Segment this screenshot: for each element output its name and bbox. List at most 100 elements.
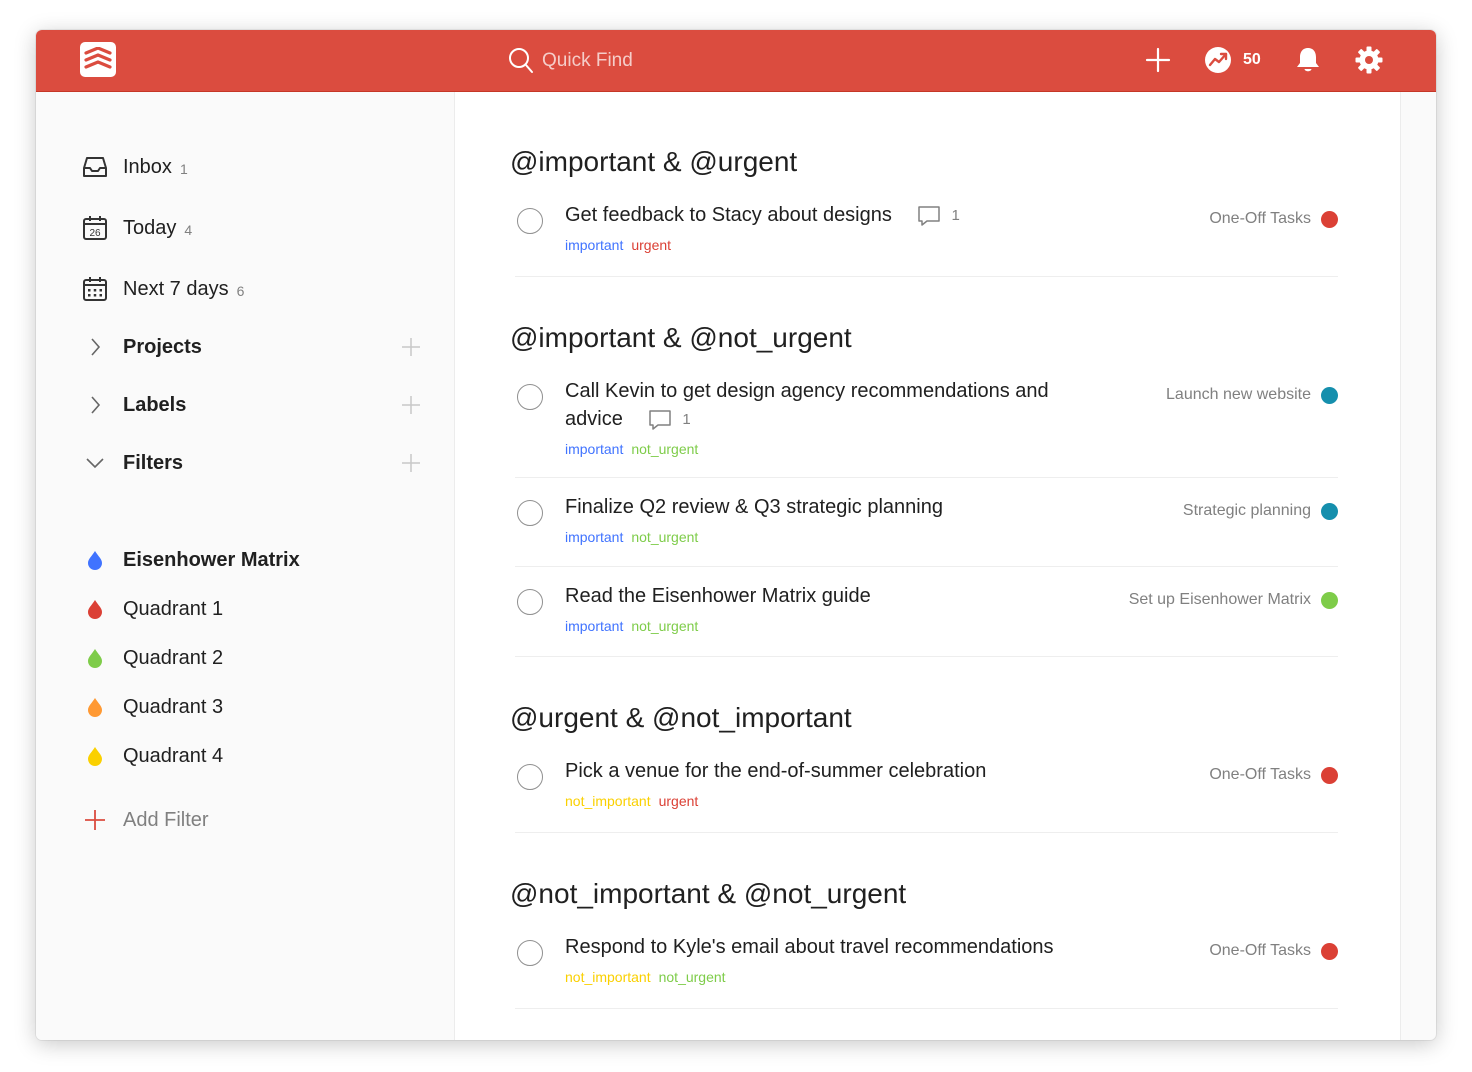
comments-button[interactable]: 1 [917,202,960,230]
label-tag[interactable]: not_urgent [631,529,698,545]
filter-quadrant-2[interactable]: Quadrant 2 [86,642,223,674]
project-color-dot [1321,591,1338,609]
filter-quadrant-1[interactable]: Quadrant 1 [86,593,223,625]
karma-button[interactable]: 50 [1203,44,1261,76]
add-label-icon[interactable] [400,394,422,421]
task-labels: important not_urgent [565,618,706,634]
task-checkbox[interactable] [517,384,543,410]
filter-eisenhower-matrix[interactable]: Eisenhower Matrix [86,544,300,576]
task-checkbox[interactable] [517,208,543,234]
plus-icon [82,809,108,831]
filter-drop-icon [86,697,104,717]
label-tag[interactable]: not_important [565,969,651,985]
calendar-day-number: 26 [89,228,101,239]
task-content[interactable]: Call Kevin to get design agency recommen… [565,377,1095,434]
filter-quadrant-4[interactable]: Quadrant 4 [86,740,223,772]
filter-label: Quadrant 4 [123,744,224,767]
task-checkbox[interactable] [517,500,543,526]
task-project[interactable]: One-Off Tasks [1209,764,1338,786]
filter-drop-icon [86,746,104,766]
task-checkbox[interactable] [517,589,543,615]
project-color-dot [1321,210,1338,228]
task-text: Call Kevin to get design agency recommen… [565,380,1049,430]
label-tag[interactable]: important [565,618,623,634]
top-bar: 50 [36,30,1436,92]
task-checkbox[interactable] [517,764,543,790]
project-name: Launch new website [1166,386,1311,403]
task-text: Respond to Kyle's email about travel rec… [565,936,1054,958]
divider [515,656,1338,657]
task-checkbox[interactable] [517,940,543,966]
settings-button[interactable] [1354,44,1384,76]
label-tag[interactable]: urgent [631,237,671,253]
chevron-right-icon[interactable] [82,395,108,415]
calendar-today-icon: 26 [82,215,108,241]
task-project[interactable]: Set up Eisenhower Matrix [1129,589,1338,611]
add-project-icon[interactable] [400,336,422,363]
add-filter-button[interactable]: Add Filter [82,803,209,837]
nav-label: Inbox [123,155,172,178]
project-name: One-Off Tasks [1209,942,1311,959]
filter-label: Eisenhower Matrix [123,548,300,571]
nav-inbox[interactable]: Inbox 1 [82,150,188,184]
gear-icon [1355,46,1383,74]
nav-label: Today [123,216,177,239]
project-color-dot [1321,386,1338,404]
label-tag[interactable]: not_important [565,793,651,809]
filter-label: Quadrant 2 [123,646,224,669]
label-tag[interactable]: important [565,529,623,545]
task-text: Pick a venue for the end-of-summer celeb… [565,760,987,782]
project-color-dot [1321,502,1338,520]
plus-icon [1145,47,1171,73]
chevron-down-icon[interactable] [82,457,108,469]
filter-quadrant-3[interactable]: Quadrant 3 [86,691,223,723]
app-window: 50 [36,30,1436,1040]
search-icon [509,48,533,73]
divider [515,276,1338,277]
task-content[interactable]: Finalize Q2 review & Q3 strategic planni… [565,493,1095,521]
task-project[interactable]: One-Off Tasks [1209,940,1338,962]
nav-count: 1 [179,161,188,177]
section-labels[interactable]: Labels [82,388,422,422]
task-project[interactable]: Launch new website [1166,384,1338,406]
label-tag[interactable]: not_urgent [631,441,698,457]
add-task-button[interactable] [1144,44,1172,76]
chevron-right-icon[interactable] [82,337,108,357]
todoist-logo-icon[interactable] [80,42,116,77]
nav-count: 4 [184,222,193,238]
nav-today[interactable]: 26 Today 4 [82,211,192,245]
task-content[interactable]: Pick a venue for the end-of-summer celeb… [565,757,1095,785]
label-tag[interactable]: not_urgent [659,969,726,985]
nav-count: 6 [236,283,245,299]
section-label: Projects [123,335,202,358]
label-tag[interactable]: important [565,237,623,253]
comments-button[interactable]: 1 [648,406,691,434]
comment-count: 1 [682,410,691,428]
task-text: Finalize Q2 review & Q3 strategic planni… [565,496,943,518]
section-projects[interactable]: Projects [82,330,422,364]
project-name: One-Off Tasks [1209,766,1311,783]
divider [515,832,1338,833]
label-tag[interactable]: urgent [659,793,699,809]
task-content[interactable]: Respond to Kyle's email about travel rec… [565,933,1125,961]
label-tag[interactable]: important [565,441,623,457]
task-project[interactable]: Strategic planning [1183,500,1338,522]
nav-next-7-days[interactable]: Next 7 days 6 [82,272,244,306]
search-input[interactable] [542,46,902,76]
notifications-button[interactable] [1294,44,1322,76]
karma-count: 50 [1243,51,1261,68]
section-filters[interactable]: Filters [82,446,422,480]
task-labels: important not_urgent [565,529,706,545]
project-name: One-Off Tasks [1209,210,1311,227]
task-content[interactable]: Get feedback to Stacy about designs 1 [565,201,1095,230]
task-text: Get feedback to Stacy about designs [565,204,892,226]
task-content[interactable]: Read the Eisenhower Matrix guide [565,582,1095,610]
karma-icon [1205,47,1231,73]
filter-label: Quadrant 1 [123,597,224,620]
add-filter-icon[interactable] [400,452,422,479]
label-tag[interactable]: not_urgent [631,618,698,634]
task-project[interactable]: One-Off Tasks [1209,208,1338,230]
project-name: Strategic planning [1182,502,1311,519]
quick-find[interactable] [506,46,926,76]
divider [515,477,1338,478]
